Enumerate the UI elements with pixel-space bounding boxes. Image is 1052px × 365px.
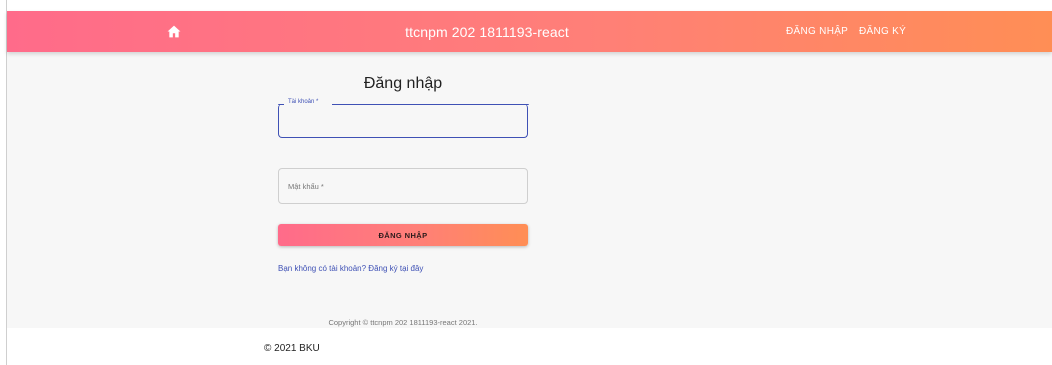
window-left-edge <box>0 0 7 365</box>
page-title: Đăng nhập <box>363 75 443 92</box>
nav-login-link[interactable]: ĐĂNG NHẬP <box>786 26 848 37</box>
app-bar: ttcnpm 202 1811193-react ĐĂNG NHẬP ĐĂNG … <box>7 11 1052 52</box>
username-label: Tài khoản * <box>288 99 319 105</box>
footer-text: © 2021 BKU <box>264 343 320 354</box>
register-link[interactable]: Bạn không có tài khoản? Đăng ký tại đây <box>278 264 423 273</box>
nav-register-link[interactable]: ĐĂNG KÝ <box>859 26 906 37</box>
username-field[interactable]: Tài khoản * <box>277 99 529 138</box>
login-submit-label: ĐĂNG NHẬP <box>378 230 428 240</box>
copyright-text: Copyright © ttcnpm 202 1811193-react 202… <box>328 318 478 327</box>
password-label: Mật khẩu * <box>288 182 324 191</box>
outline-notch-right <box>332 104 529 105</box>
password-field[interactable]: Mật khẩu * <box>278 168 528 204</box>
app-container: ttcnpm 202 1811193-react ĐĂNG NHẬP ĐĂNG … <box>7 11 1052 328</box>
outline-notch-left <box>277 104 284 105</box>
login-submit-button[interactable]: ĐĂNG NHẬP <box>278 224 528 246</box>
